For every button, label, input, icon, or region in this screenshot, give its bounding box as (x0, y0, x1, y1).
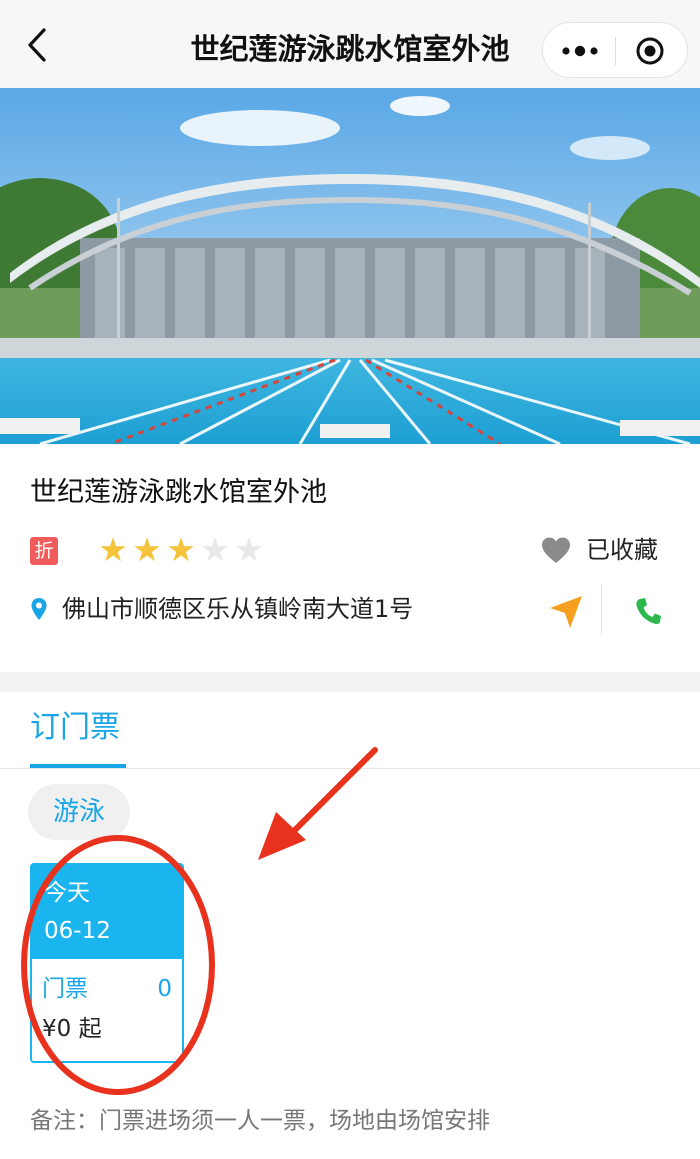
page: 世纪莲游泳跳水馆室外池 世纪莲游泳跳水馆室外池 折 ★ ★ ★ ★ ★ 已收藏 … (0, 0, 700, 1159)
target-icon[interactable] (635, 36, 665, 66)
rating-stars: ★ ★ ★ ★ ★ (96, 530, 266, 570)
action-divider (601, 585, 602, 635)
date-card-day: 今天 (44, 880, 90, 906)
date-card-price: ¥0 起 (42, 1016, 102, 1042)
star-filled-icon: ★ (132, 530, 162, 569)
tab-book-tickets[interactable]: 订门票 (30, 706, 120, 750)
location-pin-icon (31, 598, 47, 620)
favorite-label: 已收藏 (586, 536, 658, 564)
annotation-arrow (258, 747, 378, 860)
tab-bar-divider (0, 768, 700, 769)
star-filled-icon: ★ (98, 530, 128, 569)
venue-address: 佛山市顺德区乐从镇岭南大道1号 (62, 595, 414, 623)
star-filled-icon: ★ (166, 530, 196, 569)
heart-icon (542, 537, 570, 563)
section-separator (0, 672, 700, 692)
ticket-note: 备注：门票进场须一人一票，场地由场馆安排 (30, 1108, 490, 1134)
chevron-left-icon (28, 28, 46, 62)
venue-photo (0, 88, 700, 444)
call-button[interactable] (634, 596, 662, 626)
back-button[interactable] (18, 22, 58, 68)
navigate-button[interactable] (548, 594, 584, 630)
mini-program-capsule (542, 22, 688, 78)
date-ticket-card[interactable]: 今天 06-12 门票 0 ¥0 起 (30, 863, 184, 1063)
category-chip-swimming[interactable]: 游泳 (28, 784, 130, 840)
star-empty-icon: ★ (234, 530, 264, 569)
date-card-header: 今天 06-12 (32, 865, 182, 959)
phone-icon (636, 598, 661, 624)
more-dots-icon[interactable] (558, 37, 602, 65)
star-empty-icon: ★ (200, 530, 230, 569)
date-card-ticket-label: 门票 (42, 976, 88, 1002)
top-nav-bar: 世纪莲游泳跳水馆室外池 (0, 0, 700, 88)
navigation-arrow-icon (550, 596, 582, 628)
date-card-date: 06-12 (44, 918, 111, 944)
discount-badge: 折 (30, 537, 58, 565)
venue-name: 世纪莲游泳跳水馆室外池 (30, 477, 327, 508)
date-card-ticket-count: 0 (157, 976, 172, 1002)
capsule-divider (615, 37, 616, 65)
